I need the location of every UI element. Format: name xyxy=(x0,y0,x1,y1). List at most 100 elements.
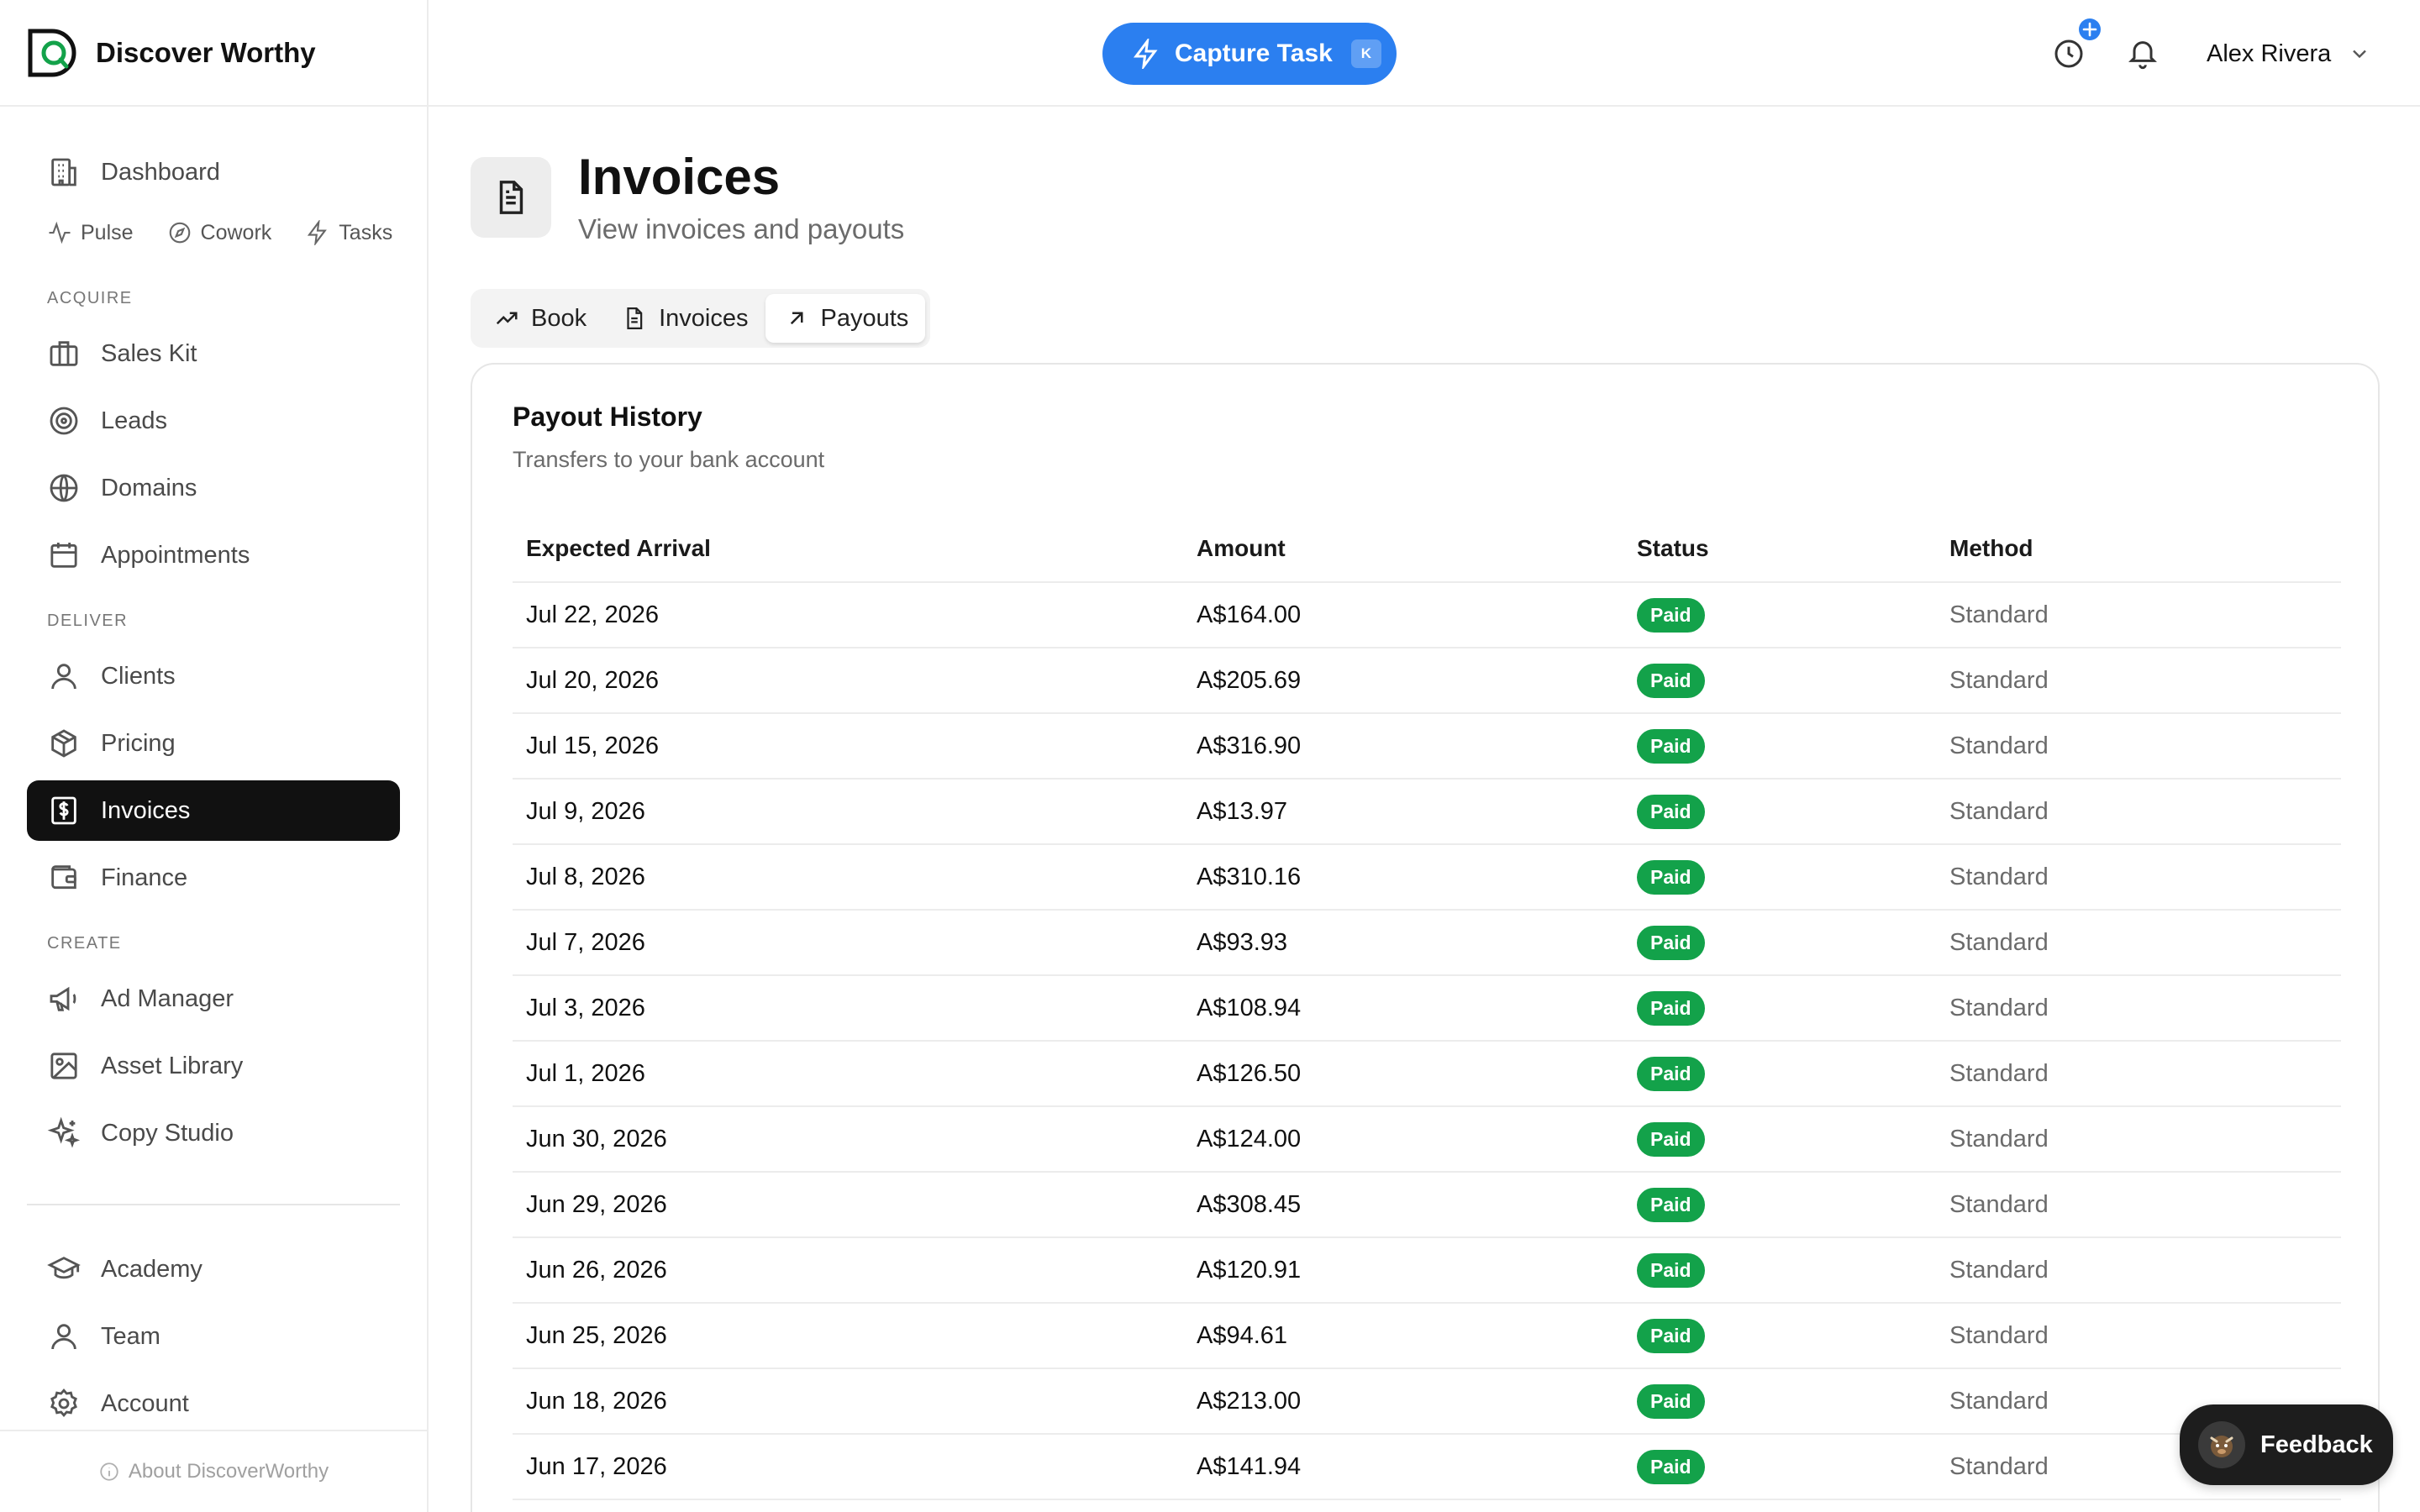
card-subtitle: Transfers to your bank account xyxy=(513,447,825,472)
arrow-up-right-icon xyxy=(790,312,802,325)
cell-expected-arrival: Jun 25, 2026 xyxy=(526,1321,667,1349)
quick-link-tasks[interactable]: Tasks xyxy=(305,220,392,245)
sidebar-item-label: Academy xyxy=(101,1255,203,1283)
table-row[interactable]: Jul 22, 2026 A$164.00 Paid Standard xyxy=(513,583,2341,648)
table-row[interactable]: Jun 25, 2026 A$94.61 Paid Standard xyxy=(513,1304,2341,1369)
sidebar-item-invoices[interactable]: Invoices xyxy=(27,780,400,841)
table-row[interactable]: Jul 7, 2026 A$93.93 Paid Standard xyxy=(513,911,2341,976)
feedback-button[interactable]: Feedback xyxy=(2180,1404,2393,1485)
sidebar-item-account[interactable]: Account xyxy=(27,1373,400,1434)
column-header-amount[interactable]: Amount xyxy=(1183,535,1623,562)
about-label: About DiscoverWorthy xyxy=(128,1460,329,1483)
gear-icon xyxy=(50,1389,77,1417)
sidebar-item-label: Team xyxy=(101,1322,160,1350)
cell-status: Paid xyxy=(1623,925,1936,960)
globe-icon xyxy=(50,474,78,502)
cell-expected-arrival: Jun 29, 2026 xyxy=(526,1190,667,1218)
info-icon xyxy=(100,1462,118,1481)
table-row[interactable]: Jul 15, 2026 A$316.90 Paid Standard xyxy=(513,714,2341,780)
table-row[interactable]: Jul 8, 2026 A$310.16 Paid Standard xyxy=(513,845,2341,911)
megaphone-icon xyxy=(50,986,76,1011)
cell-amount: A$308.45 xyxy=(1197,1190,1302,1218)
cell-method: Standard xyxy=(1949,732,2049,759)
sidebar-item-academy[interactable]: Academy xyxy=(27,1239,400,1299)
cell-method: Standard xyxy=(1949,1059,2049,1087)
sidebar-item-label: Pricing xyxy=(101,729,176,757)
cell-expected-arrival: Jul 9, 2026 xyxy=(526,797,645,825)
table-row[interactable]: Jun 17, 2026 A$141.94 Paid Standard xyxy=(513,1435,2341,1500)
table-row[interactable]: Jul 20, 2026 A$205.69 Paid Standard xyxy=(513,648,2341,714)
table-row[interactable]: Jul 9, 2026 A$13.97 Paid Standard xyxy=(513,780,2341,845)
package-icon xyxy=(51,729,76,758)
brand[interactable]: Discover Worthy xyxy=(0,0,427,107)
quick-link-pulse[interactable]: Pulse xyxy=(47,220,134,245)
page-subtitle: View invoices and payouts xyxy=(578,213,905,244)
table-row[interactable]: Jun 26, 2026 A$120.91 Paid Standard xyxy=(513,1238,2341,1304)
cell-expected-arrival: Jun 18, 2026 xyxy=(526,1387,667,1415)
cell-status: Paid xyxy=(1623,1121,1936,1157)
page-title: Invoices xyxy=(578,149,781,205)
column-header-method[interactable]: Method xyxy=(1936,535,2341,562)
column-header-expected-arrival[interactable]: Expected Arrival xyxy=(513,535,1183,562)
cell-expected-arrival: Jul 20, 2026 xyxy=(526,666,660,694)
add-badge[interactable] xyxy=(2079,18,2101,40)
quick-link-cowork[interactable]: Cowork xyxy=(167,220,271,245)
capture-task-button[interactable]: Capture Task K xyxy=(1102,23,1397,85)
cell-amount: A$141.94 xyxy=(1197,1452,1302,1480)
cell-status: Paid xyxy=(1623,859,1936,895)
table-row[interactable]: Jul 3, 2026 A$108.94 Paid Standard xyxy=(513,976,2341,1042)
sidebar-item-ad-manager[interactable]: Ad Manager xyxy=(27,969,400,1029)
sidebar-item-team[interactable]: Team xyxy=(27,1306,400,1367)
shortcut-badge: K xyxy=(1350,39,1381,68)
sidebar-item-leads[interactable]: Leads xyxy=(27,391,400,451)
user-icon xyxy=(51,664,76,690)
brand-name: Discover Worthy xyxy=(96,36,316,68)
sidebar-item-appointments[interactable]: Appointments xyxy=(27,525,400,585)
cell-amount: A$120.91 xyxy=(1197,1256,1302,1284)
column-header-status[interactable]: Status xyxy=(1623,535,1936,562)
calendar-icon xyxy=(50,543,77,568)
sidebar-item-sales-kit[interactable]: Sales Kit xyxy=(27,323,400,384)
table-row[interactable]: Jun 29, 2026 A$308.45 Paid Standard xyxy=(513,1173,2341,1238)
tab-invoices[interactable]: Invoices xyxy=(603,294,765,343)
sidebar-item-pricing[interactable]: Pricing xyxy=(27,713,400,774)
table-row[interactable]: Jun 18, 2026 A$213.00 Paid Standard xyxy=(513,1369,2341,1435)
cell-method: Standard xyxy=(1949,994,2049,1021)
sidebar-item-label: Ad Manager xyxy=(101,984,234,1012)
sidebar-item-clients[interactable]: Clients xyxy=(27,646,400,706)
cell-amount: A$108.94 xyxy=(1197,994,1302,1021)
cell-expected-arrival: Jul 22, 2026 xyxy=(526,601,660,628)
user-menu[interactable]: Alex Rivera xyxy=(2207,34,2371,74)
plus-icon xyxy=(2082,22,2097,37)
sidebar-item-copy-studio[interactable]: Copy Studio xyxy=(27,1103,400,1163)
sidebar-item-asset-library[interactable]: Asset Library xyxy=(27,1036,400,1096)
status-badge: Paid xyxy=(1637,1318,1705,1353)
sidebar-item-finance[interactable]: Finance xyxy=(27,848,400,908)
cell-method: Standard xyxy=(1949,863,2049,890)
sparkles-icon xyxy=(47,1116,81,1148)
cell-status: Paid xyxy=(1623,1252,1936,1288)
status-badge: Paid xyxy=(1637,794,1705,829)
cell-status: Paid xyxy=(1623,1449,1936,1484)
cell-expected-arrival: Jul 15, 2026 xyxy=(526,732,660,759)
tab-book[interactable]: Book xyxy=(476,294,603,343)
sidebar-item-label: Finance xyxy=(101,864,188,891)
table-row[interactable]: Jun 30, 2026 A$124.00 Paid Standard xyxy=(513,1107,2341,1173)
status-badge: Paid xyxy=(1637,1383,1705,1419)
user-name: Alex Rivera xyxy=(2207,39,2332,67)
cell-status: Paid xyxy=(1623,794,1936,829)
table-row[interactable]: Jul 1, 2026 A$126.50 Paid Standard xyxy=(513,1042,2341,1107)
about-link[interactable]: About DiscoverWorthy xyxy=(0,1430,427,1512)
cell-amount: A$124.00 xyxy=(1197,1125,1302,1152)
sidebar-item-label: Clients xyxy=(101,662,176,690)
sidebar-item-domains[interactable]: Domains xyxy=(27,458,400,518)
tab-payouts[interactable]: Payouts xyxy=(765,294,926,343)
clock-icon[interactable] xyxy=(2052,37,2086,71)
sidebar-item-dashboard[interactable]: Dashboard xyxy=(27,142,400,202)
feedback-label: Feedback xyxy=(2260,1431,2373,1458)
cell-method: Standard xyxy=(1949,1125,2049,1152)
invoice-dollar-icon xyxy=(51,796,76,825)
user-icon xyxy=(51,1324,76,1350)
sidebar-item-label: Copy Studio xyxy=(101,1119,234,1147)
bell-icon[interactable] xyxy=(2126,37,2160,71)
